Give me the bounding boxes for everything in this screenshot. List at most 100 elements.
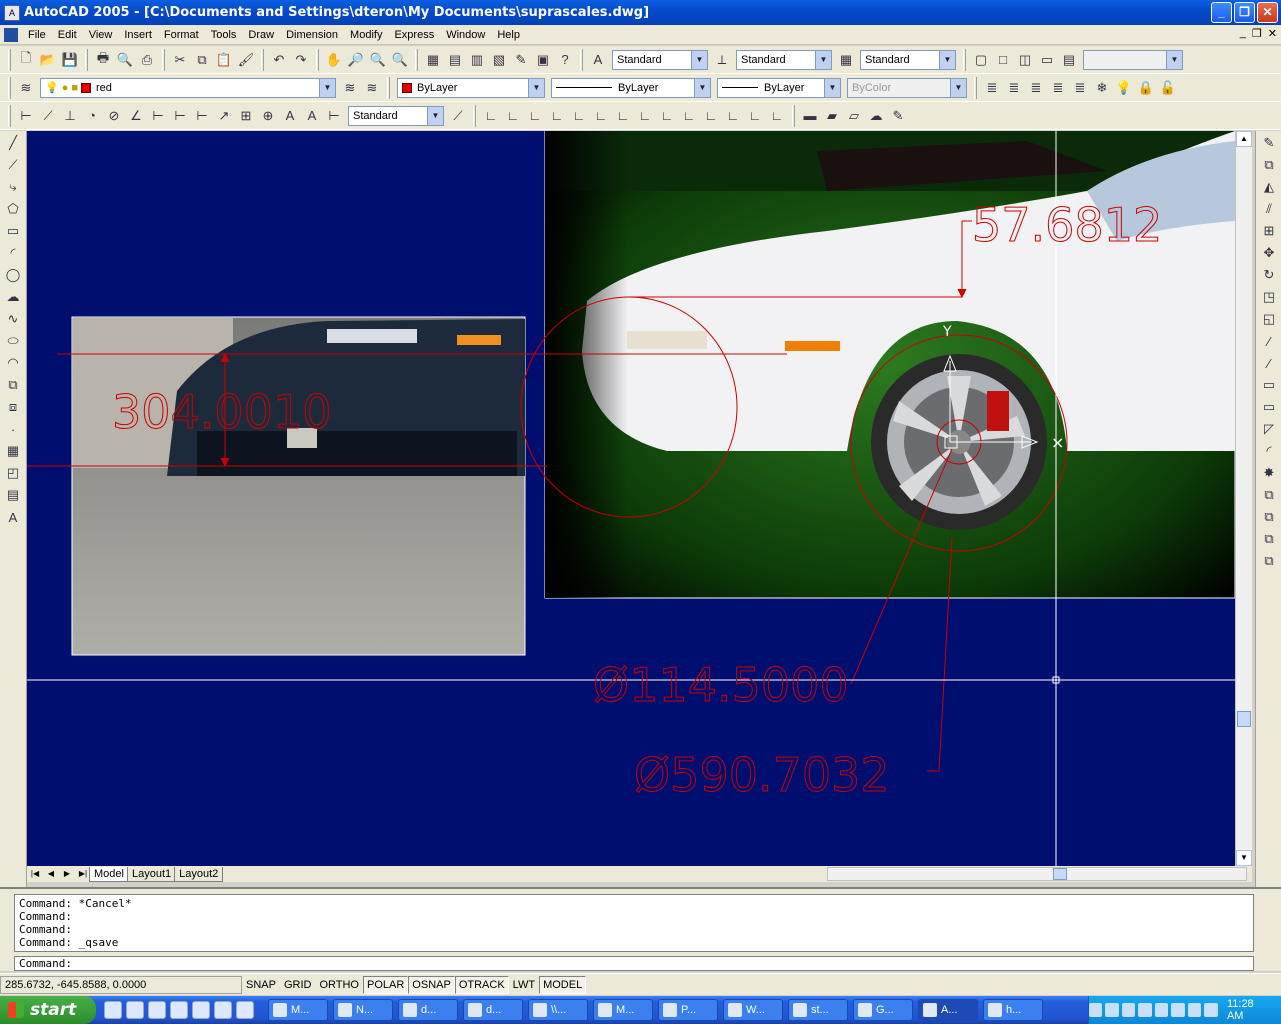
move-icon[interactable]: ✥	[1259, 243, 1279, 263]
tray-icon[interactable]	[1171, 1003, 1185, 1017]
tray-icon[interactable]	[1121, 1003, 1136, 1017]
draw-order-back-icon[interactable]: ⧉	[1259, 507, 1279, 527]
polygon-icon[interactable]: ⬠	[3, 199, 23, 219]
pan-icon[interactable]: ✋	[324, 50, 344, 70]
ucs-icon[interactable]: ∟	[481, 106, 501, 126]
task-button-autocad[interactable]: A...	[918, 999, 978, 1021]
copy-object-icon[interactable]: ⧉	[1259, 155, 1279, 175]
quick-leader-icon[interactable]: ↗	[214, 106, 234, 126]
view-ucs-icon[interactable]: ∟	[613, 106, 633, 126]
layer-lock-icon[interactable]: 🔒	[1136, 78, 1156, 98]
start-button[interactable]: start	[0, 996, 96, 1024]
quicklaunch-icon[interactable]	[126, 1001, 144, 1019]
y-ucs-icon[interactable]: ∟	[723, 106, 743, 126]
layer-select[interactable]: 💡 ● ■ red ▼	[40, 77, 336, 98]
menu-window[interactable]: Window	[440, 29, 491, 41]
revcloud-icon[interactable]: ☁	[3, 287, 23, 307]
offset-icon[interactable]: ⫽	[1259, 199, 1279, 219]
minimize-button[interactable]: _	[1211, 2, 1232, 23]
menu-tools[interactable]: Tools	[205, 29, 243, 41]
wipeout-icon[interactable]: ▱	[844, 106, 864, 126]
quicklaunch-icon[interactable]	[214, 1001, 232, 1019]
draw-order-under-icon[interactable]: ⧉	[1259, 551, 1279, 571]
rectangle-icon[interactable]: ▭	[3, 221, 23, 241]
point-icon[interactable]: ·	[3, 419, 23, 439]
task-button[interactable]: M...	[268, 999, 328, 1021]
next-tab-icon[interactable]: ▶	[59, 867, 75, 881]
table-icon[interactable]: ▤	[3, 485, 23, 505]
task-button[interactable]: G...	[853, 999, 913, 1021]
polyline-icon[interactable]: ⤷	[3, 177, 23, 197]
color-select[interactable]: ByLayer ▼	[397, 77, 545, 98]
chamfer-icon[interactable]: ◸	[1259, 419, 1279, 439]
lwt-toggle[interactable]: LWT	[509, 976, 539, 994]
viewport-scale-select[interactable]: ▼	[1083, 49, 1183, 70]
ordinate-dim-icon[interactable]: ⊥	[60, 106, 80, 126]
coordinate-display[interactable]: 285.6732, -645.8588, 0.0000	[0, 975, 242, 994]
quick-dim-icon[interactable]: ⊢	[148, 106, 168, 126]
match-properties-icon[interactable]: 🖌	[236, 50, 256, 70]
dim-text-590[interactable]: Ø590.7032	[634, 748, 891, 803]
dim-text-edit-icon[interactable]: A	[302, 106, 322, 126]
save-icon[interactable]: 💾	[60, 50, 80, 70]
dim-text-57[interactable]: 57.6812	[972, 198, 1163, 253]
plot-style-select[interactable]: ByColor ▼	[847, 77, 967, 98]
redo-icon[interactable]: ↷	[291, 50, 311, 70]
arc-icon[interactable]: ◜	[3, 243, 23, 263]
menu-modify[interactable]: Modify	[344, 29, 388, 41]
task-button[interactable]: P...	[658, 999, 718, 1021]
quickcalc-icon[interactable]: ▣	[533, 50, 553, 70]
quicklaunch-icon[interactable]	[148, 1001, 166, 1019]
open-icon[interactable]: 📂	[38, 50, 58, 70]
tray-icon[interactable]	[1138, 1003, 1152, 1017]
construction-line-icon[interactable]: ⟋	[3, 155, 23, 175]
markup-icon[interactable]: ✎	[511, 50, 531, 70]
layer-isolate-icon[interactable]: ≣	[1026, 78, 1046, 98]
line-icon[interactable]: ╱	[3, 133, 23, 153]
tab-layout2[interactable]: Layout2	[174, 866, 224, 882]
viewport-icon[interactable]: ▢	[971, 50, 991, 70]
doc-close-button[interactable]: ✕	[1268, 27, 1277, 40]
layer-on-icon[interactable]: 💡	[1114, 78, 1134, 98]
layer-match-icon[interactable]: ≣	[1004, 78, 1024, 98]
task-button[interactable]: d...	[463, 999, 523, 1021]
ucs-previous-icon[interactable]: ∟	[525, 106, 545, 126]
erase-icon[interactable]: ✎	[1259, 133, 1279, 153]
menu-draw[interactable]: Draw	[242, 29, 280, 41]
linetype-select[interactable]: ByLayer ▼	[551, 77, 711, 98]
tolerance-icon[interactable]: ⊞	[236, 106, 256, 126]
draw-order-above-icon[interactable]: ⧉	[1259, 529, 1279, 549]
model-toggle[interactable]: MODEL	[539, 975, 587, 994]
quicklaunch-icon[interactable]	[170, 1001, 188, 1019]
circle-icon[interactable]: ◯	[3, 265, 23, 285]
tray-icon[interactable]	[1204, 1003, 1218, 1017]
document-icon[interactable]	[4, 27, 18, 42]
restore-button[interactable]: ❐	[1234, 2, 1255, 23]
menu-insert[interactable]: Insert	[118, 29, 158, 41]
text-style-select[interactable]: Standard ▼	[612, 49, 708, 70]
attribute-icon[interactable]: ✎	[888, 106, 908, 126]
zoom-previous-icon[interactable]: 🔍	[390, 50, 410, 70]
world-ucs-icon[interactable]: ∟	[547, 106, 567, 126]
scroll-up-icon[interactable]: ▲	[1236, 131, 1252, 147]
3point-ucs-icon[interactable]: ∟	[679, 106, 699, 126]
quicklaunch-icon[interactable]	[192, 1001, 210, 1019]
explode-icon[interactable]: ✸	[1259, 463, 1279, 483]
paste-icon[interactable]: 📋	[214, 50, 234, 70]
center-mark-icon[interactable]: ⊕	[258, 106, 278, 126]
task-button[interactable]: M...	[593, 999, 653, 1021]
insert-block-icon[interactable]: ⧉	[3, 375, 23, 395]
grid-toggle[interactable]: GRID	[280, 976, 316, 994]
quicklaunch-icon[interactable]	[236, 1001, 254, 1019]
zoom-realtime-icon[interactable]: 🔎	[346, 50, 366, 70]
lineweight-select[interactable]: ByLayer ▼	[717, 77, 841, 98]
publish-icon[interactable]: ⎙	[137, 50, 157, 70]
doc-minimize-button[interactable]: _	[1240, 27, 1246, 40]
task-button[interactable]: W...	[723, 999, 783, 1021]
polar-toggle[interactable]: POLAR	[363, 975, 409, 994]
menu-view[interactable]: View	[83, 29, 119, 41]
chevron-down-icon[interactable]: ▼	[950, 78, 966, 97]
osnap-toggle[interactable]: OSNAP	[408, 975, 455, 994]
chevron-down-icon[interactable]: ▼	[694, 78, 710, 97]
command-input[interactable]: Command:	[14, 956, 1254, 971]
